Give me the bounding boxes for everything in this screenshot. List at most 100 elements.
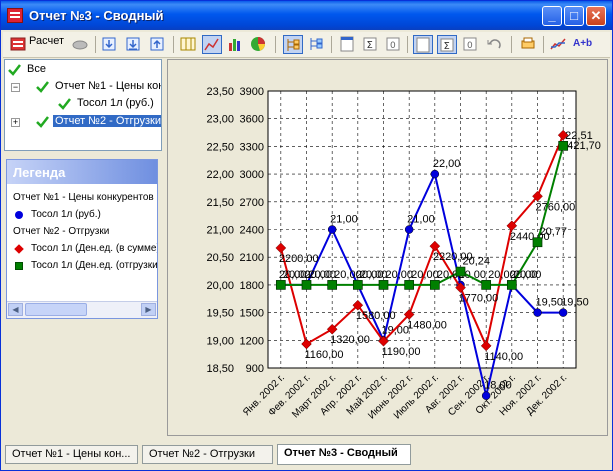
legend-entry-label: Тосол 1л (Ден.ед. (в сумме)) (31, 243, 157, 254)
sum-icon[interactable]: Σ (361, 35, 381, 54)
data-label: 22,51 (565, 130, 593, 142)
toolbar-separator (407, 36, 408, 53)
collapse-icon[interactable]: − (11, 83, 20, 92)
y-left-tick-label: 21,00 (206, 225, 234, 237)
calculate-icon[interactable] (9, 35, 29, 54)
checkmark-icon[interactable] (35, 115, 49, 129)
bar-chart-icon[interactable] (226, 35, 246, 54)
legend-scrollbar[interactable]: ◀ ▶ (7, 301, 157, 318)
chart-view-icon[interactable] (549, 35, 569, 54)
toolbar-separator (275, 36, 276, 53)
tree-item-label: Все (27, 63, 46, 75)
data-point (455, 266, 466, 277)
print-icon[interactable] (519, 35, 539, 54)
y-left-tick-label: 21,50 (206, 197, 234, 209)
table-chart-icon[interactable] (179, 35, 199, 54)
tab-report-2[interactable]: Отчет №2 - Отгрузки (142, 445, 273, 464)
y-left-tick-label: 23,50 (206, 86, 234, 98)
toolbar-separator (331, 36, 332, 53)
legend-entry-label: Тосол 1л (Ден.ед. (отгрузки)) (31, 260, 157, 271)
checkmark-icon[interactable] (7, 63, 21, 77)
checkmark-icon[interactable] (35, 80, 49, 94)
data-point (429, 280, 440, 290)
app-icon (7, 8, 23, 23)
tree-item-label: Отчет №1 - Цены конкурентов (55, 80, 161, 92)
maximize-button[interactable]: □ (564, 6, 584, 26)
legend-entry-label: Тосол 1л (руб.) (31, 209, 101, 220)
scroll-left-icon[interactable]: ◀ (8, 303, 23, 316)
pie-chart-icon[interactable] (249, 35, 269, 54)
data-label: 20,00 (309, 269, 337, 281)
minimize-button[interactable]: _ (542, 6, 562, 26)
blank-page-pressed-icon[interactable] (413, 35, 433, 54)
y-right-tick-label: 2400 (240, 225, 264, 237)
data-point (558, 308, 568, 317)
svg-text:Σ: Σ (444, 41, 450, 52)
expand-icon[interactable]: + (11, 118, 20, 127)
tree-item-label: Тосол 1л (руб.) (77, 97, 154, 109)
report-tabs: Отчет №1 - Цены кон... Отчет №2 - Отгруз… (1, 439, 612, 470)
title-bar[interactable]: Отчет №3 - Сводный _ □ ✕ (1, 1, 612, 30)
svg-text:0: 0 (467, 41, 473, 51)
legend-header[interactable]: Легенда (7, 160, 157, 184)
y-left-tick-label: 22,00 (206, 169, 234, 181)
data-point (404, 225, 414, 234)
close-button[interactable]: ✕ (586, 6, 606, 26)
data-label: 21,00 (330, 214, 358, 226)
toolbar-separator (95, 36, 96, 53)
report-tree[interactable]: Все − Отчет №1 - Цены конкурентов Тосол … (4, 59, 162, 151)
eraser-icon[interactable] (71, 35, 91, 54)
undo-icon[interactable] (485, 35, 505, 54)
move-down-icon[interactable] (124, 35, 144, 54)
download-icon[interactable] (100, 35, 120, 54)
data-point (558, 140, 569, 151)
y-left-tick-label: 20,00 (206, 280, 234, 292)
data-label: 20,00 (514, 269, 542, 281)
data-point (327, 280, 338, 290)
data-label: 19,50 (561, 297, 589, 309)
y-right-tick-label: 3900 (240, 86, 264, 98)
y-right-tick-label: 900 (246, 363, 264, 375)
y-right-tick-label: 3600 (240, 114, 264, 126)
y-right-tick-label: 2100 (240, 252, 264, 264)
svg-text:Σ: Σ (367, 40, 373, 51)
scroll-thumb[interactable] (25, 303, 87, 316)
legend-body: Отчет №1 - Цены конкурентов Тосол 1л (ру… (7, 184, 157, 304)
toolbar-separator (173, 36, 174, 53)
data-label: 21,00 (407, 214, 435, 226)
data-point (301, 280, 312, 290)
checkmark-icon[interactable] (57, 97, 71, 111)
tree-expand-icon[interactable] (283, 35, 303, 54)
data-point (275, 280, 286, 290)
y-left-tick-label: 20,50 (206, 252, 234, 264)
y-left-tick-label: 19,00 (206, 335, 234, 347)
tab-report-1[interactable]: Отчет №1 - Цены кон... (5, 445, 138, 464)
toolbar-separator (543, 36, 544, 53)
report-window: Отчет №3 - Сводный _ □ ✕ Расчет Σ 0 Σ 0 … (0, 0, 613, 471)
sum-pressed-icon[interactable]: Σ (437, 35, 457, 54)
data-label: 1140,00 (484, 351, 523, 363)
data-point (506, 280, 517, 290)
zero-pressed-icon[interactable]: 0 (461, 35, 481, 54)
circle-marker-icon (15, 211, 23, 219)
scroll-right-icon[interactable]: ▶ (141, 303, 156, 316)
data-label: 20,00 (488, 269, 516, 281)
y-left-tick-label: 18,50 (206, 363, 234, 375)
data-label: 22,00 (433, 158, 461, 170)
move-up-icon[interactable] (148, 35, 168, 54)
calculate-button-label[interactable]: Расчет (29, 35, 64, 47)
data-point (327, 225, 337, 234)
y-left-tick-label: 19,50 (206, 308, 234, 320)
chart-panel: 23,50 3900 23,00 3600 22,50 3300 22,00 3000 21,5… (167, 59, 608, 436)
toolbar-separator (511, 36, 512, 53)
text-format-button[interactable]: A+b (573, 35, 603, 54)
zero-icon[interactable]: 0 (384, 35, 404, 54)
tree-collapse-icon[interactable] (307, 35, 327, 54)
blank-page-icon[interactable] (338, 35, 358, 54)
legend-group: Отчет №2 - Отгрузки (13, 226, 110, 237)
tab-report-3[interactable]: Отчет №3 - Сводный (277, 444, 411, 465)
data-point (533, 308, 542, 317)
square-marker-icon (15, 262, 23, 270)
data-point (532, 237, 543, 248)
line-chart-icon[interactable] (202, 35, 222, 54)
